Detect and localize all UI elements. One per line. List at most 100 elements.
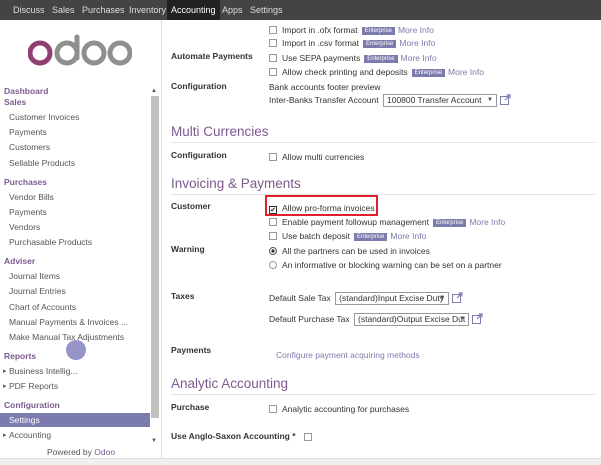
checkbox[interactable] bbox=[269, 218, 277, 226]
sidebar-item-customer-invoices[interactable]: Customer Invoices bbox=[9, 112, 79, 122]
sidebar-item-dashboard[interactable]: Dashboard bbox=[4, 86, 48, 96]
divider bbox=[171, 394, 595, 395]
purchase-label: Purchase bbox=[171, 402, 210, 412]
sidebar-scrollbar[interactable] bbox=[151, 96, 159, 418]
default-purchase-tax-field: Default Purchase Tax (standard)Output Ex… bbox=[269, 313, 483, 326]
customer-label: Customer bbox=[171, 201, 211, 211]
external-link-icon[interactable] bbox=[472, 313, 483, 326]
followup-option[interactable]: Enable payment followup management Enterp… bbox=[269, 217, 505, 227]
external-link-icon[interactable] bbox=[499, 94, 511, 107]
interbanks-field: Inter-Banks Transfer Account 100800 Tran… bbox=[269, 94, 511, 107]
proforma-option[interactable]: Allow pro-forma invoices bbox=[269, 203, 375, 214]
check-printing-option[interactable]: Allow check printing and deposits Enterpr… bbox=[269, 67, 484, 77]
default-sale-tax-select[interactable]: (standard)Input Excise Duty ▼ bbox=[335, 292, 450, 305]
radio-selected[interactable] bbox=[269, 247, 277, 255]
sidebar-item-sellable-products[interactable]: Sellable Products bbox=[9, 158, 75, 168]
caret-right-icon[interactable]: ▸ bbox=[3, 367, 7, 375]
sidebar-item-customers[interactable]: Customers bbox=[9, 142, 50, 152]
powered-by: Powered by Odoo bbox=[47, 447, 116, 457]
enterprise-badge: Enterprise bbox=[432, 219, 467, 227]
menu-apps[interactable]: Apps bbox=[222, 0, 243, 20]
sidebar-item-journal-entries[interactable]: Journal Entries bbox=[9, 286, 66, 296]
sidebar-item-manual-payments[interactable]: Manual Payments & Invoices ... bbox=[9, 317, 128, 327]
external-link-icon[interactable] bbox=[452, 292, 463, 305]
scroll-down-icon[interactable]: ▼ bbox=[151, 438, 157, 444]
warning-option-all[interactable]: All the partners can be used in invoices bbox=[269, 246, 430, 256]
default-purchase-tax-select[interactable]: (standard)Output Excise Dut ▼ bbox=[354, 313, 470, 326]
divider bbox=[171, 142, 595, 143]
more-info-link[interactable]: More Info bbox=[469, 217, 505, 227]
sidebar-item-settings[interactable]: Settings bbox=[0, 413, 150, 427]
sidebar-item-payments[interactable]: Payments bbox=[9, 207, 47, 217]
menu-settings[interactable]: Settings bbox=[250, 0, 283, 20]
checkbox[interactable] bbox=[269, 68, 277, 76]
enterprise-badge: Enterprise bbox=[361, 27, 395, 35]
sidebar-item-accounting[interactable]: Accounting bbox=[9, 430, 51, 440]
enterprise-badge: Enterprise bbox=[354, 233, 388, 241]
sepa-option[interactable]: Use SEPA payments Enterprise More Info bbox=[269, 53, 437, 63]
more-info-link[interactable]: More Info bbox=[448, 67, 484, 77]
warning-option-partner[interactable]: An informative or blocking warning can b… bbox=[269, 260, 502, 270]
import-csv-option[interactable]: Import in .csv format Enterprise More Info bbox=[269, 38, 435, 48]
menu-purchases[interactable]: Purchases bbox=[82, 0, 125, 20]
checkbox[interactable] bbox=[269, 54, 277, 62]
anglo-saxon-option[interactable] bbox=[304, 432, 317, 442]
more-info-link[interactable]: More Info bbox=[390, 231, 426, 241]
pointer-cursor bbox=[66, 340, 86, 360]
chevron-down-icon: ▼ bbox=[459, 316, 466, 322]
import-ofx-option[interactable]: Import in .ofx format Enterprise More Info bbox=[269, 25, 434, 35]
sidebar-item-chart-of-accounts[interactable]: Chart of Accounts bbox=[9, 302, 76, 312]
sidebar-item-manual-tax-adjustments[interactable]: Make Manual Tax Adjustments bbox=[9, 332, 124, 342]
chevron-down-icon: ▼ bbox=[439, 295, 446, 301]
analytic-purchases-option[interactable]: Analytic accounting for purchases bbox=[269, 404, 409, 414]
checkbox[interactable] bbox=[269, 232, 277, 240]
sidebar-section-adviser: Adviser bbox=[4, 256, 36, 266]
section-title-analytic: Analytic Accounting bbox=[171, 376, 289, 391]
payments-label: Payments bbox=[171, 345, 212, 355]
configuration-label: Configuration bbox=[171, 81, 227, 91]
section-title-multi-currencies: Multi Currencies bbox=[171, 124, 269, 139]
checkbox[interactable] bbox=[269, 39, 277, 47]
multi-currencies-option[interactable]: Allow multi currencies bbox=[269, 152, 364, 162]
menu-inventory[interactable]: Inventory bbox=[129, 0, 166, 20]
chevron-down-icon: ▼ bbox=[487, 97, 493, 103]
sidebar: Dashboard Sales Customer Invoices Paymen… bbox=[0, 20, 162, 465]
taxes-label: Taxes bbox=[171, 291, 195, 301]
checkbox-checked[interactable] bbox=[269, 206, 277, 214]
top-menu-bar: Discuss Sales Purchases Inventory Accoun… bbox=[0, 0, 601, 20]
odoo-link[interactable]: Odoo bbox=[94, 447, 115, 457]
checkbox[interactable] bbox=[269, 153, 277, 161]
interbanks-select[interactable]: 100800 Transfer Account ▼ bbox=[382, 94, 497, 107]
horizontal-scrollbar[interactable] bbox=[0, 458, 601, 465]
sidebar-section-reports: Reports bbox=[4, 351, 37, 361]
caret-right-icon[interactable]: ▸ bbox=[3, 382, 7, 390]
more-info-link[interactable]: More Info bbox=[401, 53, 437, 63]
enterprise-badge: Enterprise bbox=[411, 69, 446, 77]
odoo-logo[interactable] bbox=[27, 34, 133, 72]
sidebar-item-journal-items[interactable]: Journal Items bbox=[9, 271, 60, 281]
configure-payment-link[interactable]: Configure payment acquiring methods bbox=[276, 350, 420, 360]
more-info-link[interactable]: More Info bbox=[399, 38, 435, 48]
checkbox[interactable] bbox=[269, 405, 277, 413]
sidebar-item-vendors[interactable]: Vendors bbox=[9, 222, 40, 232]
caret-right-icon[interactable]: ▸ bbox=[3, 431, 7, 439]
menu-discuss[interactable]: Discuss bbox=[13, 0, 45, 20]
settings-form: Import in .ofx format Enterprise More Info… bbox=[162, 20, 601, 465]
sidebar-item-purchasable-products[interactable]: Purchasable Products bbox=[9, 237, 92, 247]
radio[interactable] bbox=[269, 261, 277, 269]
multi-configuration-label: Configuration bbox=[171, 150, 227, 160]
anglo-saxon-label: Use Anglo-Saxon Accounting * bbox=[171, 431, 296, 441]
sidebar-item-business-intelligence[interactable]: Business Intellig... bbox=[9, 366, 78, 376]
sidebar-item-vendor-bills[interactable]: Vendor Bills bbox=[9, 192, 54, 202]
sidebar-section-configuration: Configuration bbox=[4, 400, 60, 410]
scroll-up-icon[interactable]: ▲ bbox=[151, 88, 157, 94]
batch-deposit-option[interactable]: Use batch deposit Enterprise More Info bbox=[269, 231, 426, 241]
checkbox[interactable] bbox=[269, 26, 277, 34]
sidebar-section-purchases: Purchases bbox=[4, 177, 47, 187]
more-info-link[interactable]: More Info bbox=[398, 25, 434, 35]
sidebar-item-payments[interactable]: Payments bbox=[9, 127, 47, 137]
menu-sales[interactable]: Sales bbox=[52, 0, 75, 20]
menu-accounting[interactable]: Accounting bbox=[167, 0, 220, 20]
checkbox[interactable] bbox=[304, 433, 312, 441]
sidebar-item-pdf-reports[interactable]: PDF Reports bbox=[9, 381, 58, 391]
